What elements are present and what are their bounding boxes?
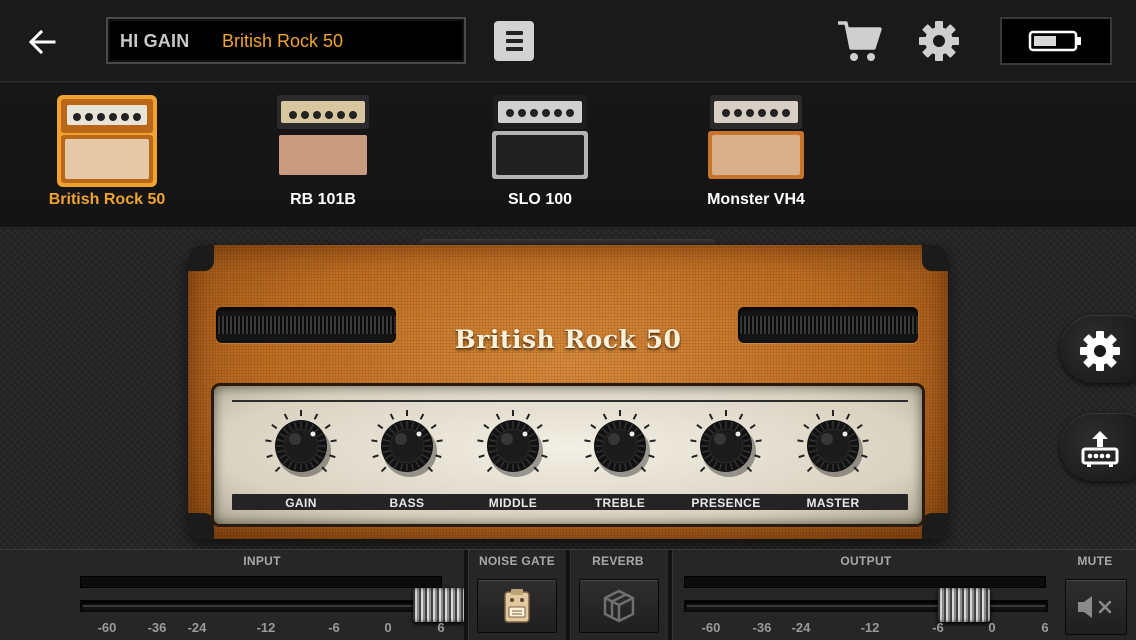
knob-label: MASTER bbox=[806, 496, 860, 510]
amp-label: Monster VH4 bbox=[707, 191, 805, 208]
upload-icon bbox=[1081, 431, 1119, 467]
treble-knob[interactable] bbox=[580, 402, 660, 488]
presence-knob[interactable] bbox=[686, 402, 766, 488]
mute-button[interactable] bbox=[1065, 579, 1127, 635]
amp-thumbnail bbox=[57, 95, 157, 187]
cube-icon bbox=[603, 589, 635, 623]
cart-icon bbox=[838, 21, 882, 61]
bottom-control-bar: INPUT -60 -36 -24 -12 -6 0 6 NOISE GATE bbox=[0, 549, 1136, 640]
top-bar: HI GAIN British Rock 50 bbox=[0, 0, 1136, 82]
input-slider-track[interactable] bbox=[80, 600, 464, 612]
knob-icon bbox=[584, 410, 656, 477]
noise-gate-label: NOISE GATE bbox=[478, 554, 556, 568]
control-panel: GAIN BASS MIDDLE TREBLE PRESENCE MASTER bbox=[214, 386, 922, 524]
output-label: OUTPUT bbox=[840, 554, 892, 568]
amp-item-rb-101b[interactable]: RB 101B bbox=[253, 95, 393, 220]
knob-icon bbox=[797, 410, 869, 477]
input-slider-handle[interactable] bbox=[413, 588, 465, 622]
knob-label: GAIN bbox=[285, 496, 317, 510]
amp-label: British Rock 50 bbox=[48, 191, 166, 208]
amp-stage: British Rock 50 GAIN BASS MIDDLE TREBLE … bbox=[0, 229, 1136, 549]
knob-icon bbox=[265, 410, 337, 477]
knob-icon bbox=[690, 410, 762, 477]
amp-settings-button[interactable] bbox=[1060, 315, 1136, 383]
knob-label: TREBLE bbox=[594, 496, 646, 510]
mute-label: MUTE bbox=[1077, 554, 1113, 568]
amp-item-slo-100[interactable]: SLO 100 bbox=[470, 95, 610, 220]
middle-knob[interactable] bbox=[473, 402, 553, 488]
reverb-label: REVERB bbox=[592, 554, 644, 568]
settings-button[interactable] bbox=[918, 20, 960, 62]
input-label: INPUT bbox=[243, 554, 281, 568]
battery-icon bbox=[1028, 30, 1081, 52]
output-slider-handle[interactable] bbox=[938, 588, 990, 622]
amp-item-british-rock-50[interactable]: British Rock 50 bbox=[37, 95, 177, 220]
upload-button[interactable] bbox=[1060, 413, 1136, 481]
amp-thumbnail bbox=[275, 95, 371, 179]
master-knob[interactable] bbox=[793, 402, 873, 488]
cart-button[interactable] bbox=[836, 18, 882, 64]
speaker-mute-icon bbox=[1078, 596, 1112, 618]
input-level-meter bbox=[80, 576, 442, 588]
knob-label: BASS bbox=[389, 496, 425, 510]
knob-label: MIDDLE bbox=[488, 496, 538, 510]
bass-knob[interactable] bbox=[367, 402, 447, 488]
preset-category: HI GAIN bbox=[120, 31, 190, 51]
amp-selector: British Rock 50 RB 101B SLO 100 Monster … bbox=[0, 83, 1136, 228]
back-button[interactable] bbox=[22, 22, 62, 62]
amp-label: SLO 100 bbox=[507, 191, 573, 208]
amp-thumbnail bbox=[708, 95, 804, 179]
battery-indicator bbox=[1000, 17, 1112, 65]
knob-label: PRESENCE bbox=[691, 496, 761, 510]
output-slider-track[interactable] bbox=[684, 600, 1048, 612]
knob-icon bbox=[371, 410, 443, 477]
menu-button[interactable] bbox=[494, 21, 534, 61]
amp-head: British Rock 50 GAIN BASS MIDDLE TREBLE … bbox=[188, 245, 948, 539]
stompbox-icon bbox=[504, 589, 530, 623]
amp-thumbnail bbox=[492, 95, 588, 179]
gear-icon bbox=[1080, 331, 1120, 371]
amp-app: HI GAIN British Rock 50 British Rock 50 … bbox=[0, 0, 1136, 640]
output-scale: -60 -36 -24 -12 -6 0 6 bbox=[701, 620, 1049, 635]
arrow-left-icon bbox=[28, 29, 56, 55]
preset-display[interactable]: HI GAIN British Rock 50 bbox=[106, 17, 466, 64]
amp-item-monster-vh4[interactable]: Monster VH4 bbox=[686, 95, 826, 220]
output-level-meter bbox=[684, 576, 1046, 588]
hamburger-menu-icon bbox=[505, 31, 523, 35]
gain-knob[interactable] bbox=[261, 402, 341, 488]
amp-logo: British Rock 50 bbox=[454, 325, 682, 354]
preset-name: British Rock 50 bbox=[222, 31, 344, 51]
knob-icon bbox=[477, 410, 549, 477]
gear-icon bbox=[919, 21, 959, 61]
amp-label: RB 101B bbox=[290, 191, 356, 208]
